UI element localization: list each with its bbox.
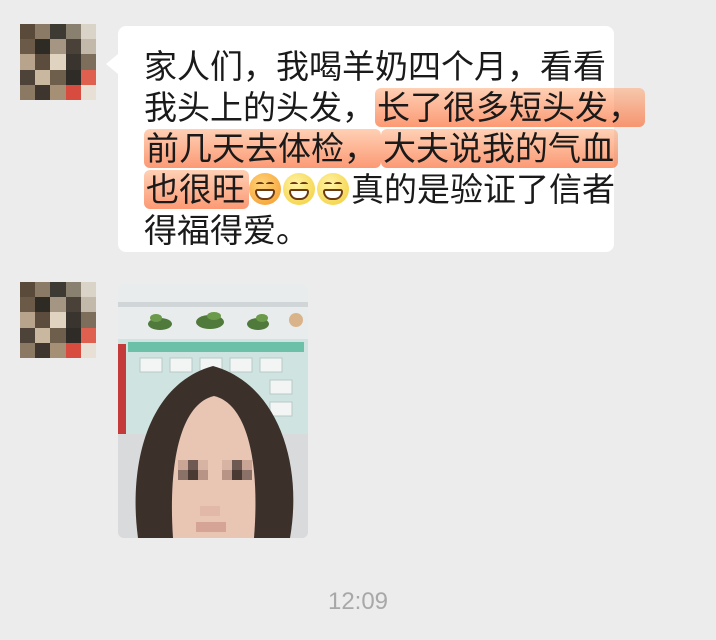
highlighted-text: 前几天去体检，	[144, 129, 381, 168]
message-line-3: 前几天去体检， 大夫说我的气血	[144, 128, 618, 169]
message-line-2: 我头上的头发，长了很多短头发，	[144, 87, 645, 128]
grinning-face-emoji	[249, 173, 281, 205]
grinning-face-emoji	[283, 173, 315, 205]
highlighted-text: 也很旺	[144, 170, 249, 209]
message-timestamp: 12:09	[327, 588, 389, 615]
sender-avatar[interactable]	[20, 282, 96, 358]
message-line-4-part-b: 真的是验证了信者	[351, 170, 615, 209]
grinning-face-emoji	[317, 173, 349, 205]
message-line-5: 得福得爱。	[144, 211, 309, 250]
message-image[interactable]	[118, 284, 308, 538]
photo-thumbnail-icon	[118, 284, 308, 538]
message-line-4: 也很旺 真的是验证了信者	[144, 169, 615, 210]
message-line-2-part-a: 我头上的头发，	[144, 88, 375, 127]
highlighted-text: 长了很多短头发，	[375, 88, 645, 127]
message-line-1: 家人们，我喝羊奶四个月，看看	[144, 47, 606, 86]
message-bubble-text[interactable]: 家人们，我喝羊奶四个月，看看 我头上的头发，长了很多短头发， 前几天去体检， 大夫…	[106, 26, 645, 252]
sender-avatar[interactable]	[20, 24, 96, 100]
highlighted-text: 大夫说我的气血	[381, 129, 618, 168]
